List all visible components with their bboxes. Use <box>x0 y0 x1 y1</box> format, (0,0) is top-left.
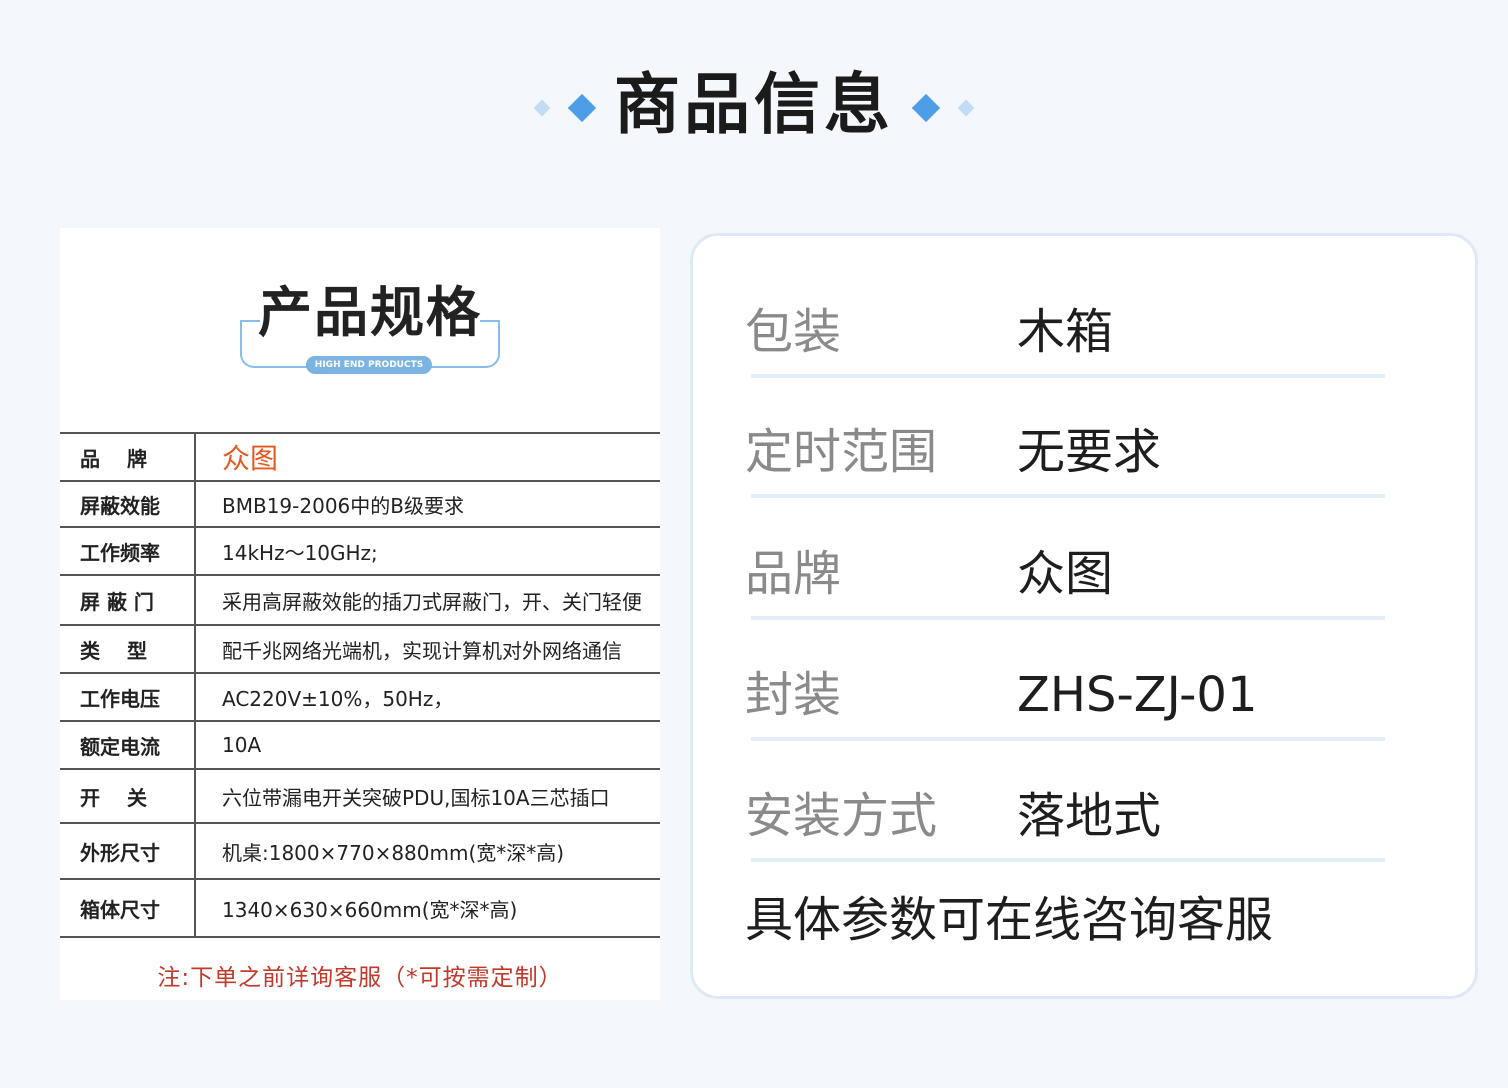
table-row: 额定电流 10A <box>60 720 660 769</box>
info-value: 无要求 <box>1017 424 1162 480</box>
info-row-install-method: 安装方式 落地式 <box>745 742 1385 862</box>
section-header: 商品信息 <box>0 60 1508 150</box>
spec-label: 屏 蔽 门 <box>60 574 196 625</box>
section-title: 商品信息 <box>614 66 894 143</box>
spec-value: 机桌:1800×770×880mm(宽*深*高) <box>195 822 660 879</box>
table-row: 外形尺寸 机桌:1800×770×880mm(宽*深*高) <box>60 822 660 879</box>
spec-value: 众图 <box>195 432 660 481</box>
info-card: 包装 木箱 定时范围 无要求 品牌 众图 封装 ZHS-ZJ-01 安装方式 落… <box>690 233 1478 999</box>
spec-note: 注:下单之前详询客服（*可按需定制） <box>157 965 563 991</box>
info-key: 定时范围 <box>745 424 938 480</box>
table-row: 工作频率 14kHz～10GHz; <box>60 526 660 575</box>
spec-value: AC220V±10%，50Hz， <box>195 672 660 721</box>
spec-label: 额定电流 <box>60 720 196 769</box>
spec-value: 配千兆网络光端机，实现计算机对外网络通信 <box>195 624 660 673</box>
info-value: 落地式 <box>1017 788 1162 844</box>
spec-table: 品 牌 众图 屏蔽效能 BMB19-2006中的B级要求 工作频率 14kHz～… <box>60 432 660 938</box>
spec-value: 采用高屏蔽效能的插刀式屏蔽门，开、关门轻便 <box>195 574 660 625</box>
table-row: 工作电压 AC220V±10%，50Hz， <box>60 672 660 721</box>
table-row: 品 牌 众图 <box>60 432 660 481</box>
info-row-packaging: 包装 木箱 <box>745 258 1385 378</box>
row-divider <box>751 858 1385 862</box>
info-value: ZHS-ZJ-01 <box>1017 667 1258 723</box>
table-row: 类 型 配千兆网络光端机，实现计算机对外网络通信 <box>60 624 660 673</box>
spec-label: 开 关 <box>60 768 196 823</box>
info-row-timing-range: 定时范围 无要求 <box>745 378 1385 498</box>
info-key: 安装方式 <box>745 788 938 844</box>
info-row-brand: 品牌 众图 <box>745 500 1385 620</box>
info-key: 品牌 <box>745 546 842 602</box>
info-value: 众图 <box>1017 546 1114 602</box>
spec-title-block: 产品规格 HIGH END PRODUCTS <box>240 278 500 378</box>
spec-label: 屏蔽效能 <box>60 480 196 527</box>
row-divider <box>751 616 1385 620</box>
table-row: 箱体尺寸 1340×630×660mm(宽*深*高) <box>60 878 660 938</box>
spec-label: 箱体尺寸 <box>60 878 196 938</box>
spec-card: 产品规格 HIGH END PRODUCTS 品 牌 众图 屏蔽效能 BMB19… <box>60 228 660 1000</box>
spec-label: 品 牌 <box>60 432 196 481</box>
info-footer: 具体参数可在线咨询客服 <box>745 892 1274 948</box>
spec-badge: HIGH END PRODUCTS <box>306 356 432 374</box>
spec-label: 工作电压 <box>60 672 196 721</box>
info-row-package-model: 封装 ZHS-ZJ-01 <box>745 621 1385 741</box>
spec-value: 1340×630×660mm(宽*深*高) <box>195 878 660 938</box>
spec-value: 六位带漏电开关突破PDU,国标10A三芯插口 <box>195 768 660 823</box>
spec-label: 外形尺寸 <box>60 822 196 879</box>
spec-value: 14kHz～10GHz; <box>195 526 660 575</box>
table-row: 屏蔽效能 BMB19-2006中的B级要求 <box>60 480 660 527</box>
info-key: 封装 <box>745 667 842 723</box>
info-value: 木箱 <box>1017 304 1114 360</box>
spec-value: 10A <box>195 720 660 769</box>
spec-title: 产品规格 <box>258 281 482 344</box>
row-divider <box>751 737 1385 741</box>
spec-value: BMB19-2006中的B级要求 <box>195 480 660 527</box>
spec-label: 工作频率 <box>60 526 196 575</box>
table-row: 开 关 六位带漏电开关突破PDU,国标10A三芯插口 <box>60 768 660 823</box>
spec-label: 类 型 <box>60 624 196 673</box>
info-key: 包装 <box>745 304 842 360</box>
table-row: 屏 蔽 门 采用高屏蔽效能的插刀式屏蔽门，开、关门轻便 <box>60 574 660 625</box>
row-divider <box>751 494 1385 498</box>
